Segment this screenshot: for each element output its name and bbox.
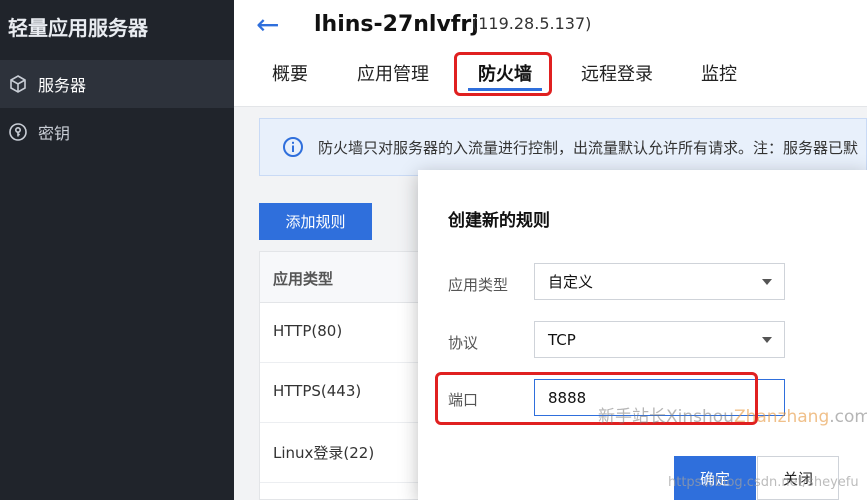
firewall-tab-highlight-box <box>454 52 552 96</box>
tab-app-management[interactable]: 应用管理 <box>357 60 429 86</box>
watermark-site: 新手站长XinshouZhanzhang.com <box>598 402 867 427</box>
instance-ip: (119.28.5.137) <box>472 14 592 33</box>
sidebar-item-label: 密钥 <box>38 124 71 143</box>
add-rule-button[interactable]: 添加规则 <box>259 203 372 240</box>
tab-monitoring[interactable]: 监控 <box>701 60 737 86</box>
create-rule-dialog: 创建新的规则 应用类型 自定义 协议 TCP 端口 8888 确定 关闭 <box>418 170 867 500</box>
cube-icon <box>8 74 28 94</box>
key-icon <box>8 122 28 142</box>
cell-app-type: HTTPS(443) <box>273 382 362 400</box>
dialog-title: 创建新的规则 <box>448 211 550 231</box>
watermark-part: .com <box>829 407 867 427</box>
app-type-value: 自定义 <box>548 273 594 291</box>
sidebar-item-servers[interactable]: 服务器 <box>0 60 234 108</box>
tab-bar: 概要 应用管理 防火墙 远程登录 监控 <box>234 52 867 106</box>
tab-overview[interactable]: 概要 <box>272 60 308 86</box>
info-banner: 防火墙只对服务器的入流量进行控制，出流量默认允许所有请求。注：服务器已默 <box>259 118 867 176</box>
sidebar: 轻量应用服务器 服务器 密钥 <box>0 0 234 500</box>
column-header-app-type: 应用类型 <box>273 270 334 288</box>
protocol-select[interactable]: TCP <box>534 321 785 358</box>
caret-down-icon <box>762 279 772 285</box>
product-title: 轻量应用服务器 <box>8 16 148 40</box>
cell-app-type: Linux登录(22) <box>273 444 375 462</box>
watermark-url: https://blog.csdn.net/sheyefu <box>668 475 859 490</box>
cell-app-type: HTTP(80) <box>273 322 343 340</box>
app-type-select[interactable]: 自定义 <box>534 263 785 300</box>
protocol-value: TCP <box>548 330 576 349</box>
page-header: ← lhins-27nlvfrj (119.28.5.137) 概要 应用管理 … <box>234 0 867 107</box>
watermark-part: 新手站长Xinshou <box>598 407 734 427</box>
info-icon <box>282 136 304 158</box>
sidebar-item-keys[interactable]: 密钥 <box>0 108 234 156</box>
caret-down-icon <box>762 337 772 343</box>
watermark-part-highlight: Zhanzhang <box>733 407 830 427</box>
tab-remote-login[interactable]: 远程登录 <box>581 60 653 86</box>
sidebar-item-label: 服务器 <box>38 76 87 95</box>
instance-name: lhins-27nlvfrj <box>314 12 479 37</box>
back-arrow-icon[interactable]: ← <box>256 8 279 41</box>
app-type-label: 应用类型 <box>448 276 509 294</box>
info-banner-text: 防火墙只对服务器的入流量进行控制，出流量默认允许所有请求。注：服务器已默 <box>318 138 859 157</box>
protocol-label: 协议 <box>448 334 479 352</box>
